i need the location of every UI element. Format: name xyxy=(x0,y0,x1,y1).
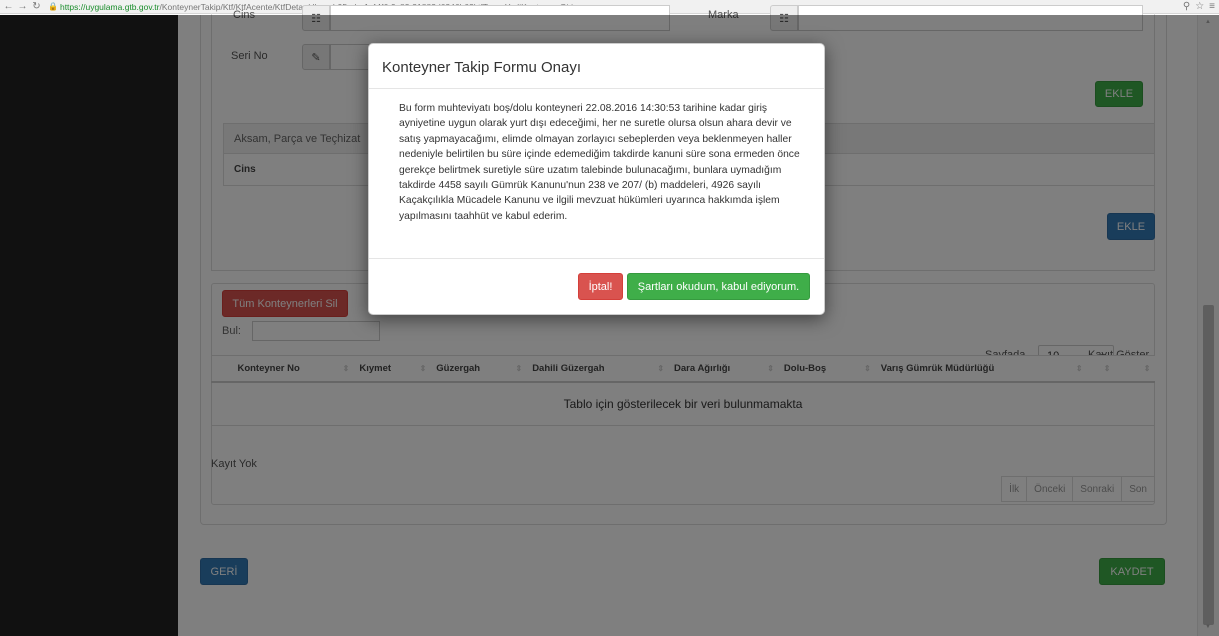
modal-body-text: Bu form muhteviyatı boş/dolu konteyneri … xyxy=(369,89,824,259)
zoom-icon[interactable]: ⚲ xyxy=(1183,1,1190,12)
cancel-button[interactable]: İptal! xyxy=(578,273,623,300)
lock-icon: 🔒 xyxy=(48,2,58,11)
back-arrow-icon[interactable]: ← xyxy=(3,1,14,13)
accept-terms-button[interactable]: Şartları okudum, kabul ediyorum. xyxy=(627,273,810,300)
url-host: https://uygulama.gtb.gov.tr xyxy=(59,1,160,12)
reload-icon[interactable]: ↻ xyxy=(31,1,42,13)
modal-title: Konteyner Takip Formu Onayı xyxy=(369,44,824,89)
confirmation-modal: Konteyner Takip Formu Onayı Bu form muht… xyxy=(368,43,825,315)
star-icon[interactable]: ☆ xyxy=(1195,1,1204,12)
modal-footer: İptal! Şartları okudum, kabul ediyorum. xyxy=(369,259,824,314)
menu-icon[interactable]: ≡ xyxy=(1209,1,1215,12)
forward-arrow-icon[interactable]: → xyxy=(17,1,28,13)
